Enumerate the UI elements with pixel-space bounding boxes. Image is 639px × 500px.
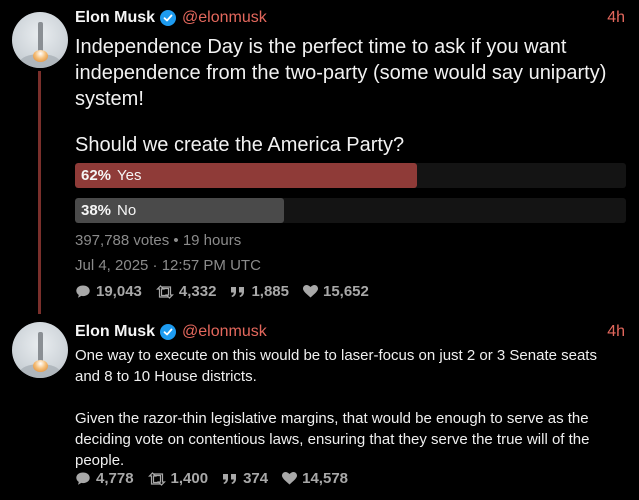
quote-button[interactable]: 374	[222, 470, 268, 487]
author-handle[interactable]: @elonmusk	[182, 323, 267, 341]
author-name[interactable]: Elon Musk	[75, 9, 155, 27]
poll-percent: 62%	[81, 167, 112, 184]
tweet-1: Elon Musk @elonmusk 4h Independence Day …	[0, 0, 639, 318]
tweet-time[interactable]: 4h	[607, 323, 625, 341]
tweet-header: Elon Musk @elonmusk	[75, 7, 267, 29]
retweet-button[interactable]: 1,400	[147, 470, 209, 487]
retweet-icon	[155, 284, 174, 299]
like-icon	[282, 472, 298, 485]
verified-icon	[160, 324, 177, 340]
avatar[interactable]	[12, 12, 68, 68]
like-count: 15,652	[322, 283, 369, 300]
verified-icon	[160, 10, 177, 26]
reply-button[interactable]: 19,043	[75, 283, 142, 300]
poll-percent: 38%	[81, 202, 112, 219]
retweet-icon	[147, 471, 166, 486]
tweet-actions: 19,043 4,332 1,885 15,652	[75, 283, 383, 300]
reply-button[interactable]: 4,778	[75, 470, 134, 487]
retweet-button[interactable]: 4,332	[155, 283, 217, 300]
reply-icon	[76, 472, 90, 485]
quote-icon	[231, 286, 245, 297]
like-count: 14,578	[302, 470, 349, 487]
thread-line	[38, 71, 41, 314]
quote-count: 1,885	[251, 283, 289, 300]
tweet-text: One way to execute on this would be to l…	[75, 345, 625, 471]
reply-count: 19,043	[96, 283, 142, 300]
tweet-paragraph-1: One way to execute on this would be to l…	[75, 347, 597, 385]
tweet-time[interactable]: 4h	[607, 9, 625, 27]
like-icon	[302, 285, 318, 298]
poll-option-no[interactable]: 38% No	[75, 198, 626, 223]
tweet-text: Independence Day is the perfect time to …	[75, 36, 607, 110]
like-button[interactable]: 15,652	[302, 283, 369, 300]
retweet-count: 1,400	[170, 470, 209, 487]
author-name[interactable]: Elon Musk	[75, 323, 155, 341]
poll-question: Should we create the America Party?	[75, 134, 405, 156]
reply-count: 4,778	[96, 470, 134, 487]
quote-icon	[223, 473, 237, 484]
author-handle[interactable]: @elonmusk	[182, 9, 267, 27]
poll-option-yes[interactable]: 62% Yes	[75, 163, 626, 188]
tweet-date[interactable]: Jul 4, 2025 · 12:57 PM UTC	[75, 257, 261, 274]
poll-summary: 397,788 votes • 19 hours	[75, 232, 242, 249]
like-button[interactable]: 14,578	[282, 470, 348, 487]
tweet-2: Elon Musk @elonmusk 4h One way to execut…	[0, 318, 639, 500]
avatar[interactable]	[12, 322, 68, 378]
quote-count: 374	[243, 470, 269, 487]
reply-icon	[76, 285, 90, 298]
poll-label: Yes	[117, 167, 142, 184]
tweet-header: Elon Musk @elonmusk	[75, 321, 267, 343]
quote-button[interactable]: 1,885	[230, 283, 289, 300]
retweet-count: 4,332	[178, 283, 217, 300]
tweet-paragraph-2: Given the razor-thin legislative margins…	[75, 410, 590, 469]
poll-label: No	[117, 202, 137, 219]
tweet-actions: 4,778 1,400 374 14,578	[75, 470, 362, 487]
